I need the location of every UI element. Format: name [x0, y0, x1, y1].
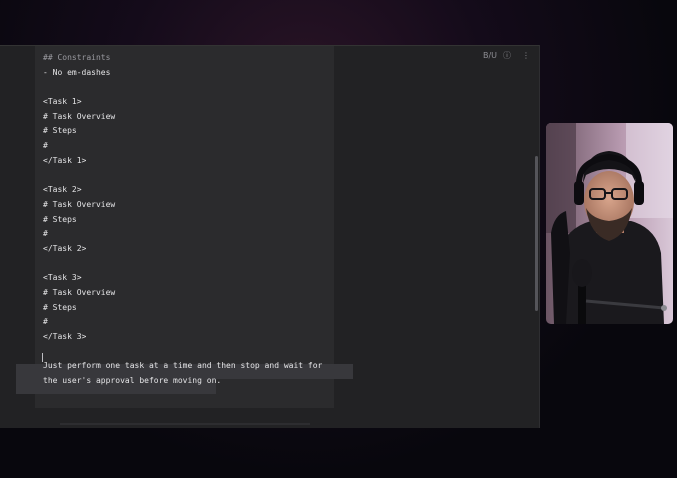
editor-line: ## Constraints — [43, 53, 111, 62]
text-format-button[interactable]: B/U — [483, 51, 497, 60]
editor-window: B/U ⓘ ⋮ ## Constraints - No em-dashes <T… — [0, 45, 540, 428]
editor-line: # Task Overview — [43, 111, 116, 121]
webcam-overlay — [546, 123, 673, 324]
editor-line — [43, 169, 322, 184]
editor-line: <Task 1> — [43, 97, 82, 107]
window-bottom-strip — [60, 423, 310, 425]
editor-line: # — [43, 317, 48, 327]
editor-line — [43, 345, 322, 360]
editor-line: # Task Overview — [43, 288, 116, 297]
editor-line — [43, 80, 322, 95]
editor-line: # Steps — [43, 302, 77, 312]
editor-line: </Task 1> — [43, 155, 87, 165]
info-icon[interactable]: ⓘ — [502, 50, 512, 61]
editor-line: Just perform one task at a time and then… — [43, 361, 323, 371]
presenter-webcam — [546, 123, 673, 324]
editor-line: <Task 3> — [43, 273, 82, 283]
window-toolbar: B/U ⓘ ⋮ — [483, 50, 531, 61]
text-cursor — [42, 353, 43, 362]
editor-line: # Task Overview — [43, 199, 116, 209]
editor-line: the user's approval before moving on. — [43, 376, 222, 386]
editor-line: # Steps — [43, 214, 77, 224]
document-text[interactable]: ## Constraints - No em-dashes <Task 1> #… — [43, 53, 323, 389]
editor-line: # — [43, 141, 48, 151]
editor-line: - No em-dashes — [43, 67, 111, 77]
editor-line: <Task 2> — [43, 185, 82, 195]
editor-line: </Task 2> — [43, 243, 87, 253]
scrollbar[interactable] — [535, 156, 539, 346]
more-vertical-icon[interactable]: ⋮ — [521, 51, 531, 60]
scrollbar-thumb[interactable] — [535, 156, 538, 311]
editor-line: </Task 3> — [43, 332, 87, 342]
editor-line — [43, 257, 322, 272]
editor-line: # Steps — [43, 126, 77, 136]
editor-line: # — [43, 229, 48, 239]
